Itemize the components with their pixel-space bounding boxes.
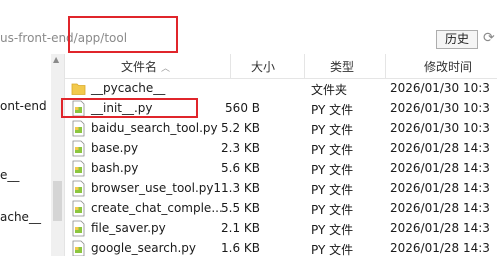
file-row[interactable]: baidu_search_tool.py 5.2 KB PY 文件 2026/0… xyxy=(65,119,497,139)
column-separator[interactable] xyxy=(304,54,305,78)
column-header-row: 文件名 ︿ 大小 类型 修改时间 xyxy=(65,54,497,79)
column-separator[interactable] xyxy=(385,54,386,78)
column-header-name-label: 文件名 xyxy=(121,60,158,74)
column-separator[interactable] xyxy=(230,54,231,78)
file-modified: 2026/01/30 10:3 xyxy=(390,81,490,95)
file-type: PY 文件 xyxy=(311,103,354,117)
folder-icon xyxy=(71,83,86,95)
python-file-icon xyxy=(72,200,85,217)
address-path[interactable]: us-front-end/app/tool xyxy=(0,31,127,45)
file-size: 2.3 KB xyxy=(221,141,260,155)
file-type: PY 文件 xyxy=(311,123,354,137)
navigation-scrollbar[interactable]: ▲ xyxy=(51,54,64,256)
file-modified: 2026/01/28 14:3 xyxy=(390,181,490,195)
file-list: 文件名 ︿ 大小 类型 修改时间 __pycache__ 文件夹 2026/01/… xyxy=(65,54,497,256)
column-header-modified[interactable]: 修改时间 xyxy=(424,58,472,75)
file-type: PY 文件 xyxy=(311,163,354,177)
python-file-icon xyxy=(72,180,85,197)
file-explorer-window: us-front-end/app/tool 历史 ⟳ ont-end e__ a… xyxy=(0,0,497,256)
file-row[interactable]: __init__.py 560 B PY 文件 2026/01/30 10:3 xyxy=(65,99,497,119)
nav-item[interactable]: ache__ xyxy=(0,210,41,224)
file-size: 560 B xyxy=(225,101,260,115)
refresh-icon[interactable]: ⟳ xyxy=(483,30,497,47)
python-file-icon xyxy=(72,100,85,117)
column-header-name[interactable]: 文件名 ︿ xyxy=(121,58,170,75)
column-header-type[interactable]: 类型 xyxy=(330,58,354,75)
column-header-size[interactable]: 大小 xyxy=(251,58,275,75)
python-file-icon xyxy=(72,240,85,256)
file-name: __init__.py xyxy=(91,101,153,115)
file-size: 1.6 KB xyxy=(221,241,260,255)
nav-item[interactable]: e__ xyxy=(0,168,19,182)
file-name: base.py xyxy=(91,141,139,155)
python-file-icon xyxy=(72,140,85,157)
file-size: 5.2 KB xyxy=(221,121,260,135)
file-row[interactable]: __pycache__ 文件夹 2026/01/30 10:3 xyxy=(65,79,497,99)
python-file-icon xyxy=(72,120,85,137)
file-name: __pycache__ xyxy=(91,81,166,95)
file-size: 5.6 KB xyxy=(221,161,260,175)
file-row[interactable]: base.py 2.3 KB PY 文件 2026/01/28 14:3 xyxy=(65,139,497,159)
file-modified: 2026/01/30 10:3 xyxy=(390,101,490,115)
file-type: 文件夹 xyxy=(311,83,348,97)
file-row[interactable]: bash.py 5.6 KB PY 文件 2026/01/28 14:3 xyxy=(65,159,497,179)
python-file-icon xyxy=(72,220,85,237)
nav-item[interactable]: ont-end xyxy=(0,99,47,113)
scrollbar-thumb[interactable] xyxy=(53,181,62,221)
file-type: PY 文件 xyxy=(311,143,354,157)
file-modified: 2026/01/28 14:3 xyxy=(390,201,490,215)
address-bar[interactable]: us-front-end/app/tool 历史 ⟳ xyxy=(0,27,497,51)
file-modified: 2026/01/30 10:3 xyxy=(390,121,490,135)
history-button[interactable]: 历史 xyxy=(436,30,478,49)
file-row[interactable]: google_search.py 1.6 KB PY 文件 2026/01/28… xyxy=(65,239,497,256)
file-type: PY 文件 xyxy=(311,223,354,237)
file-size: 11.3 KB xyxy=(213,181,260,195)
sort-up-icon: ︿ xyxy=(161,64,171,74)
file-modified: 2026/01/28 14:3 xyxy=(390,161,490,175)
file-modified: 2026/01/28 14:3 xyxy=(390,221,490,235)
file-row[interactable]: browser_use_tool.py 11.3 KB PY 文件 2026/0… xyxy=(65,179,497,199)
file-size: 5.5 KB xyxy=(221,201,260,215)
file-type: PY 文件 xyxy=(311,203,354,217)
file-type: PY 文件 xyxy=(311,243,354,256)
file-size: 2.1 KB xyxy=(221,221,260,235)
scroll-up-icon[interactable]: ▲ xyxy=(53,55,59,64)
file-modified: 2026/01/28 14:3 xyxy=(390,241,490,255)
file-name: bash.py xyxy=(91,161,139,175)
file-row[interactable]: file_saver.py 2.1 KB PY 文件 2026/01/28 14… xyxy=(65,219,497,239)
file-modified: 2026/01/28 14:3 xyxy=(390,141,490,155)
navigation-pane: ont-end e__ ache__ xyxy=(0,54,58,256)
file-type: PY 文件 xyxy=(311,183,354,197)
file-name: file_saver.py xyxy=(91,221,166,235)
python-file-icon xyxy=(72,160,85,177)
file-row[interactable]: create_chat_comple... 5.5 KB PY 文件 2026/… xyxy=(65,199,497,219)
file-name: google_search.py xyxy=(91,241,197,255)
